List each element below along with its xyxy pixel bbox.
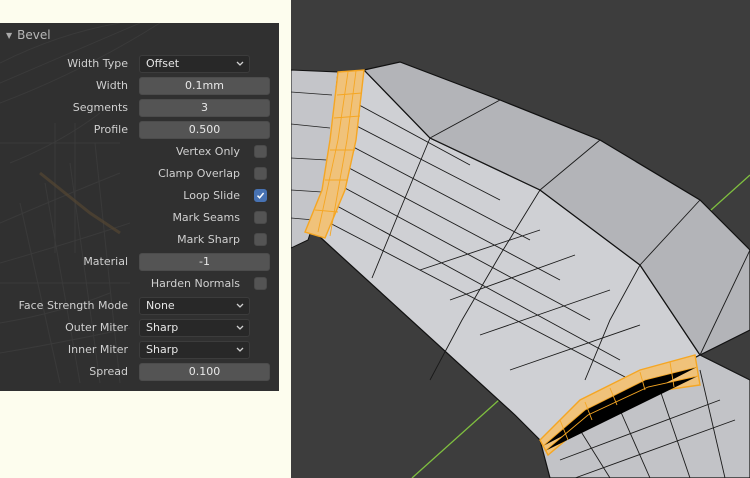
mark-sharp-label: Mark Sharp [177,233,240,246]
outer-miter-row: Outer Miter Sharp [0,318,279,338]
viewport-scene [291,0,750,478]
inner-miter-dropdown[interactable]: Sharp [139,341,250,359]
loop-slide-row: Loop Slide [0,186,279,206]
clamp-overlap-checkbox[interactable] [254,167,267,180]
width-type-row: Width Type Offset [0,54,279,74]
segments-row: Segments 3 [0,98,279,118]
chevron-down-icon [236,61,244,66]
harden-normals-label: Harden Normals [150,277,240,290]
face-strength-dropdown[interactable]: None [139,297,250,315]
harden-normals-checkbox[interactable] [254,277,267,290]
material-row: Material -1 [0,252,279,272]
disclosure-triangle-icon[interactable]: ▼ [6,29,12,43]
loop-slide-checkbox[interactable] [254,189,267,202]
segments-field[interactable]: 3 [139,99,270,117]
material-field[interactable]: -1 [139,253,270,271]
clamp-overlap-row: Clamp Overlap [0,164,279,184]
inner-miter-row: Inner Miter Sharp [0,340,279,360]
inner-miter-label: Inner Miter [67,343,128,356]
width-type-label: Width Type [67,57,128,70]
profile-label: Profile [93,123,128,136]
3d-viewport[interactable] [291,0,750,478]
vertex-only-label: Vertex Only [175,145,240,158]
harden-normals-row: Harden Normals [0,274,279,294]
spread-label: Spread [89,365,128,378]
mark-seams-row: Mark Seams [0,208,279,228]
face-strength-value: None [146,299,175,312]
profile-row: Profile 0.500 [0,120,279,140]
panel-header[interactable]: ▼ Bevel [6,28,51,42]
loop-slide-label: Loop Slide [183,189,240,202]
chevron-down-icon [236,325,244,330]
face-strength-label: Face Strength Mode [18,299,128,312]
width-field[interactable]: 0.1mm [139,77,270,95]
spread-field[interactable]: 0.100 [139,363,270,381]
material-label: Material [83,255,128,268]
clamp-overlap-label: Clamp Overlap [158,167,240,180]
outer-miter-label: Outer Miter [65,321,128,334]
panel-title: Bevel [17,28,51,42]
mark-sharp-row: Mark Sharp [0,230,279,250]
mark-sharp-checkbox[interactable] [254,233,267,246]
vertex-only-row: Vertex Only [0,142,279,162]
width-type-value: Offset [146,57,180,70]
inner-miter-value: Sharp [146,343,179,356]
chevron-down-icon [236,303,244,308]
checkmark-icon [256,192,265,199]
bevel-operator-panel[interactable]: ▼ Bevel Width Type Offset Width 0.1mm Seg… [0,23,279,391]
segments-label: Segments [72,101,128,114]
outer-miter-value: Sharp [146,321,179,334]
mark-seams-checkbox[interactable] [254,211,267,224]
width-type-dropdown[interactable]: Offset [139,55,250,73]
mark-seams-label: Mark Seams [172,211,240,224]
profile-field[interactable]: 0.500 [139,121,270,139]
face-strength-row: Face Strength Mode None [0,296,279,316]
width-row: Width 0.1mm [0,76,279,96]
spread-row: Spread 0.100 [0,362,279,382]
outer-miter-dropdown[interactable]: Sharp [139,319,250,337]
chevron-down-icon [236,347,244,352]
vertex-only-checkbox[interactable] [254,145,267,158]
width-label: Width [96,79,128,92]
